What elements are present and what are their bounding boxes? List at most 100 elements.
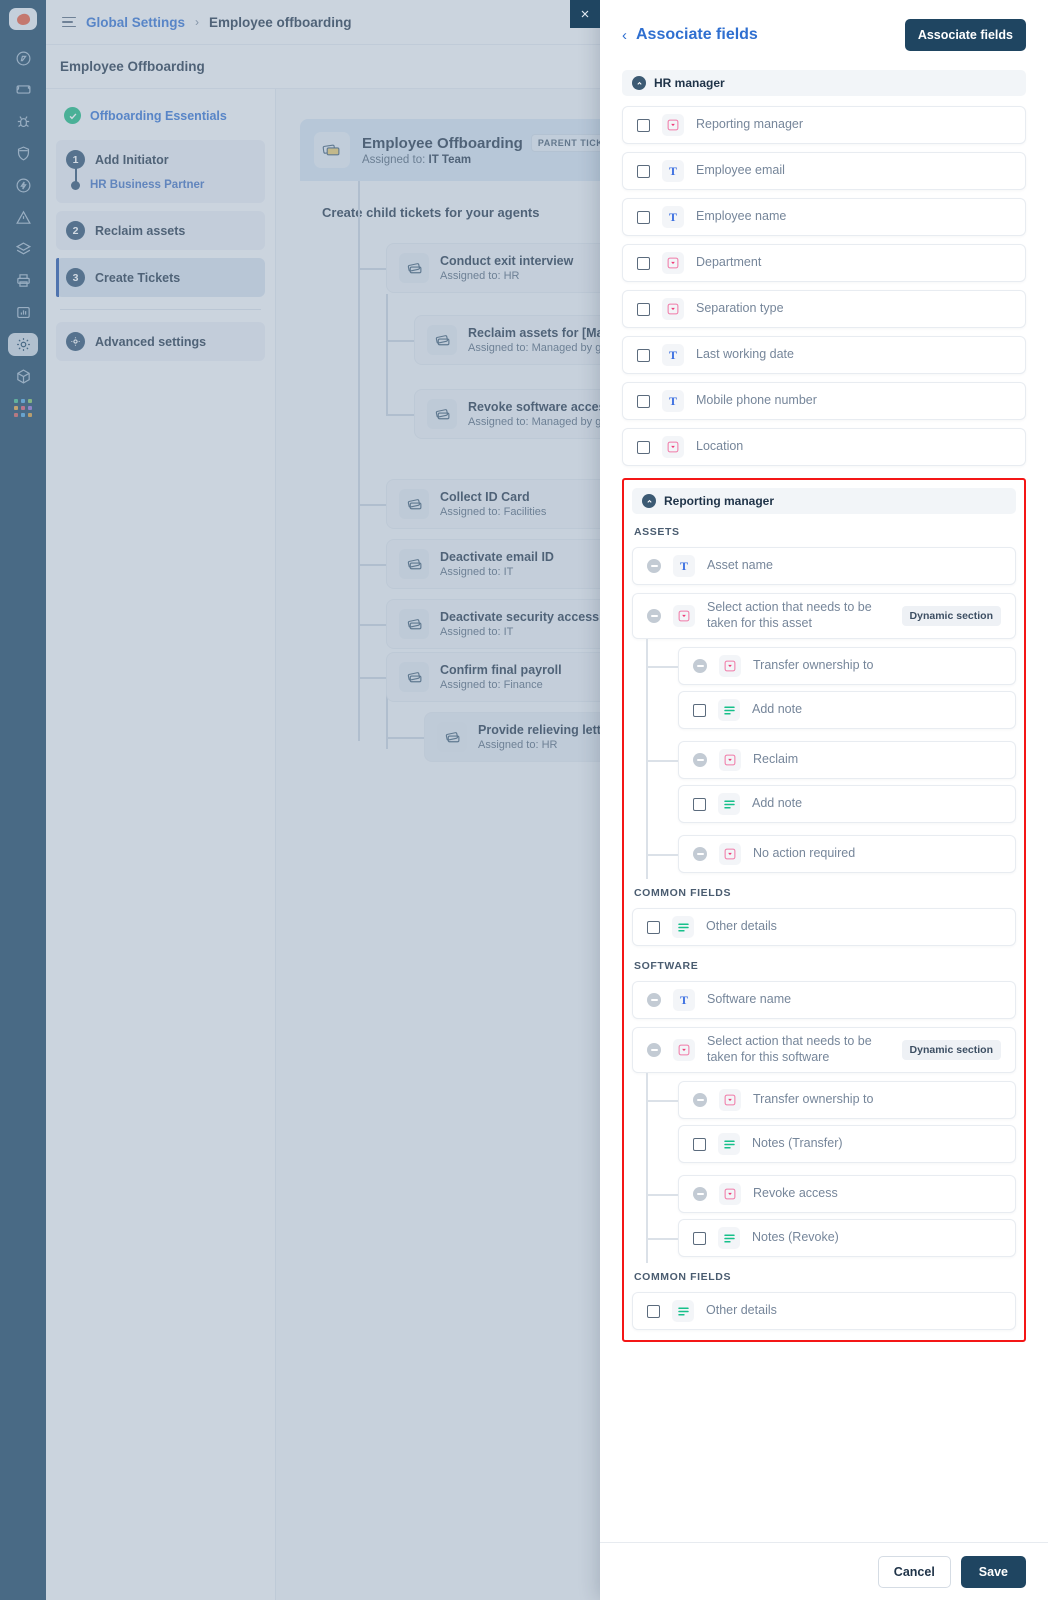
field-label: Asset name xyxy=(707,558,774,573)
back-to-associate-fields[interactable]: ‹ Associate fields xyxy=(622,26,758,44)
field-checkbox[interactable] xyxy=(693,797,706,811)
associate-fields-button[interactable]: Associate fields xyxy=(904,19,1026,51)
note-field-icon xyxy=(718,1133,740,1155)
ticket-icon xyxy=(399,662,429,692)
alert-icon[interactable] xyxy=(8,205,38,229)
field-row-asset-name: T Asset name xyxy=(632,547,1016,585)
field-checkbox[interactable] xyxy=(637,440,650,454)
field-row-last-working-date[interactable]: T Last working date xyxy=(622,336,1026,374)
chart-icon[interactable] xyxy=(8,301,38,325)
substep-hr-business-partner[interactable]: HR Business Partner xyxy=(66,165,255,191)
child-tickets-heading: Create child tickets for your agents xyxy=(322,205,540,220)
ticket-icon xyxy=(399,609,429,639)
tree-line-branch xyxy=(646,760,678,762)
brand-logo[interactable] xyxy=(9,8,37,31)
ticket-title: Deactivate security access xyxy=(440,610,600,624)
field-row-employee-email[interactable]: T Employee email xyxy=(622,152,1026,190)
dashboard-icon[interactable] xyxy=(8,46,38,70)
dropdown-field-icon xyxy=(719,1089,741,1111)
field-label: Software name xyxy=(707,992,792,1007)
chevron-up-icon xyxy=(642,494,656,508)
nested-row-add-note-1: Add note xyxy=(678,691,1016,729)
tree-line-branch xyxy=(358,677,386,679)
step-reclaim-assets[interactable]: 2 Reclaim assets xyxy=(56,211,265,250)
step-create-tickets[interactable]: 3 Create Tickets xyxy=(56,258,265,297)
ticket-icon xyxy=(437,722,467,752)
field-label: Other details xyxy=(706,919,777,934)
nested-row-revoke-access: Revoke access xyxy=(646,1175,1016,1213)
group-header-reporting-manager[interactable]: Reporting manager xyxy=(632,488,1016,514)
steps-divider xyxy=(60,309,261,310)
dropdown-field-icon xyxy=(662,252,684,274)
field-label: No action required xyxy=(753,846,856,861)
field-row-mobile-phone-number[interactable]: T Mobile phone number xyxy=(622,382,1026,420)
note-field-icon xyxy=(718,1227,740,1249)
text-field-icon: T xyxy=(673,989,695,1011)
ticket-assignee: Assigned to: Facilities xyxy=(440,506,547,518)
field-checkbox[interactable] xyxy=(637,164,650,178)
field-checkbox[interactable] xyxy=(693,1231,706,1245)
bug-icon[interactable] xyxy=(8,110,38,134)
field-checkbox-disabled xyxy=(693,1187,707,1201)
dropdown-field-icon xyxy=(719,655,741,677)
field-row-software-name: T Software name xyxy=(632,981,1016,1019)
field-label: Location xyxy=(696,439,744,454)
group-header-hr-manager[interactable]: HR manager xyxy=(622,70,1026,96)
close-icon[interactable] xyxy=(570,0,600,28)
field-checkbox[interactable] xyxy=(647,1304,660,1318)
field-row-reporting-manager[interactable]: Reporting manager xyxy=(622,106,1026,144)
step-offboarding-essentials[interactable]: Offboarding Essentials xyxy=(56,101,265,130)
nested-row-add-note-2: Add note xyxy=(678,785,1016,823)
ticket-icon[interactable] xyxy=(8,78,38,102)
ticket-assignee: Assigned to: IT xyxy=(440,566,514,578)
field-row-select-action-software: Select action that needs to be taken for… xyxy=(632,1027,1016,1073)
cancel-button[interactable]: Cancel xyxy=(877,1555,951,1588)
apps-grid-icon[interactable] xyxy=(8,396,38,420)
step-advanced-settings[interactable]: Advanced settings xyxy=(56,322,265,361)
shield-icon[interactable] xyxy=(8,142,38,166)
chevron-left-icon: ‹ xyxy=(622,26,627,44)
layers-icon[interactable] xyxy=(8,237,48,261)
save-button[interactable]: Save xyxy=(960,1555,1026,1588)
field-row-separation-type[interactable]: Separation type xyxy=(622,290,1026,328)
step-number: 2 xyxy=(66,221,85,240)
field-checkbox-disabled xyxy=(647,609,661,623)
panel-footer: Cancel Save xyxy=(600,1542,1048,1600)
note-field-icon xyxy=(672,1300,694,1322)
field-row-other-details-software[interactable]: Other details xyxy=(632,1292,1016,1330)
field-label: Transfer ownership to xyxy=(753,1092,874,1107)
gear-icon[interactable] xyxy=(8,332,38,357)
field-row-other-details-assets[interactable]: Other details xyxy=(632,908,1016,946)
field-label: Employee email xyxy=(696,163,785,178)
box-icon[interactable] xyxy=(8,364,48,388)
field-checkbox[interactable] xyxy=(647,920,660,934)
field-checkbox[interactable] xyxy=(637,302,650,316)
ticket-title: Collect ID Card xyxy=(440,490,530,504)
app-nav-rail xyxy=(0,0,48,1600)
field-checkbox[interactable] xyxy=(637,394,650,408)
tree-line-vertical xyxy=(386,294,388,414)
field-row-department[interactable]: Department xyxy=(622,244,1026,282)
field-label: Reporting manager xyxy=(696,117,804,132)
field-checkbox[interactable] xyxy=(637,256,650,270)
note-field-icon xyxy=(718,793,740,815)
ticket-title: Conduct exit interview xyxy=(440,254,574,268)
hamburger-menu-icon[interactable] xyxy=(62,16,76,28)
field-row-employee-name[interactable]: T Employee name xyxy=(622,198,1026,236)
panel-body: HR manager Reporting manager T Employee … xyxy=(600,70,1048,1542)
tree-line-branch xyxy=(358,504,386,506)
field-checkbox-disabled xyxy=(647,559,661,573)
field-label: Select action that needs to be taken for… xyxy=(707,600,872,630)
field-checkbox[interactable] xyxy=(693,703,706,717)
field-checkbox[interactable] xyxy=(637,348,650,362)
field-checkbox[interactable] xyxy=(693,1137,706,1151)
tickets-stack-icon xyxy=(314,132,350,168)
flash-icon[interactable] xyxy=(8,173,38,197)
field-checkbox[interactable] xyxy=(637,210,650,224)
printer-icon[interactable] xyxy=(8,269,38,293)
breadcrumb-root[interactable]: Global Settings xyxy=(86,15,185,30)
field-row-location[interactable]: Location xyxy=(622,428,1026,466)
associate-fields-panel: ‹ Associate fields Associate fields HR m… xyxy=(570,0,1048,1600)
step-add-initiator[interactable]: 1 Add Initiator HR Business Partner xyxy=(56,140,265,203)
field-checkbox[interactable] xyxy=(637,118,650,132)
